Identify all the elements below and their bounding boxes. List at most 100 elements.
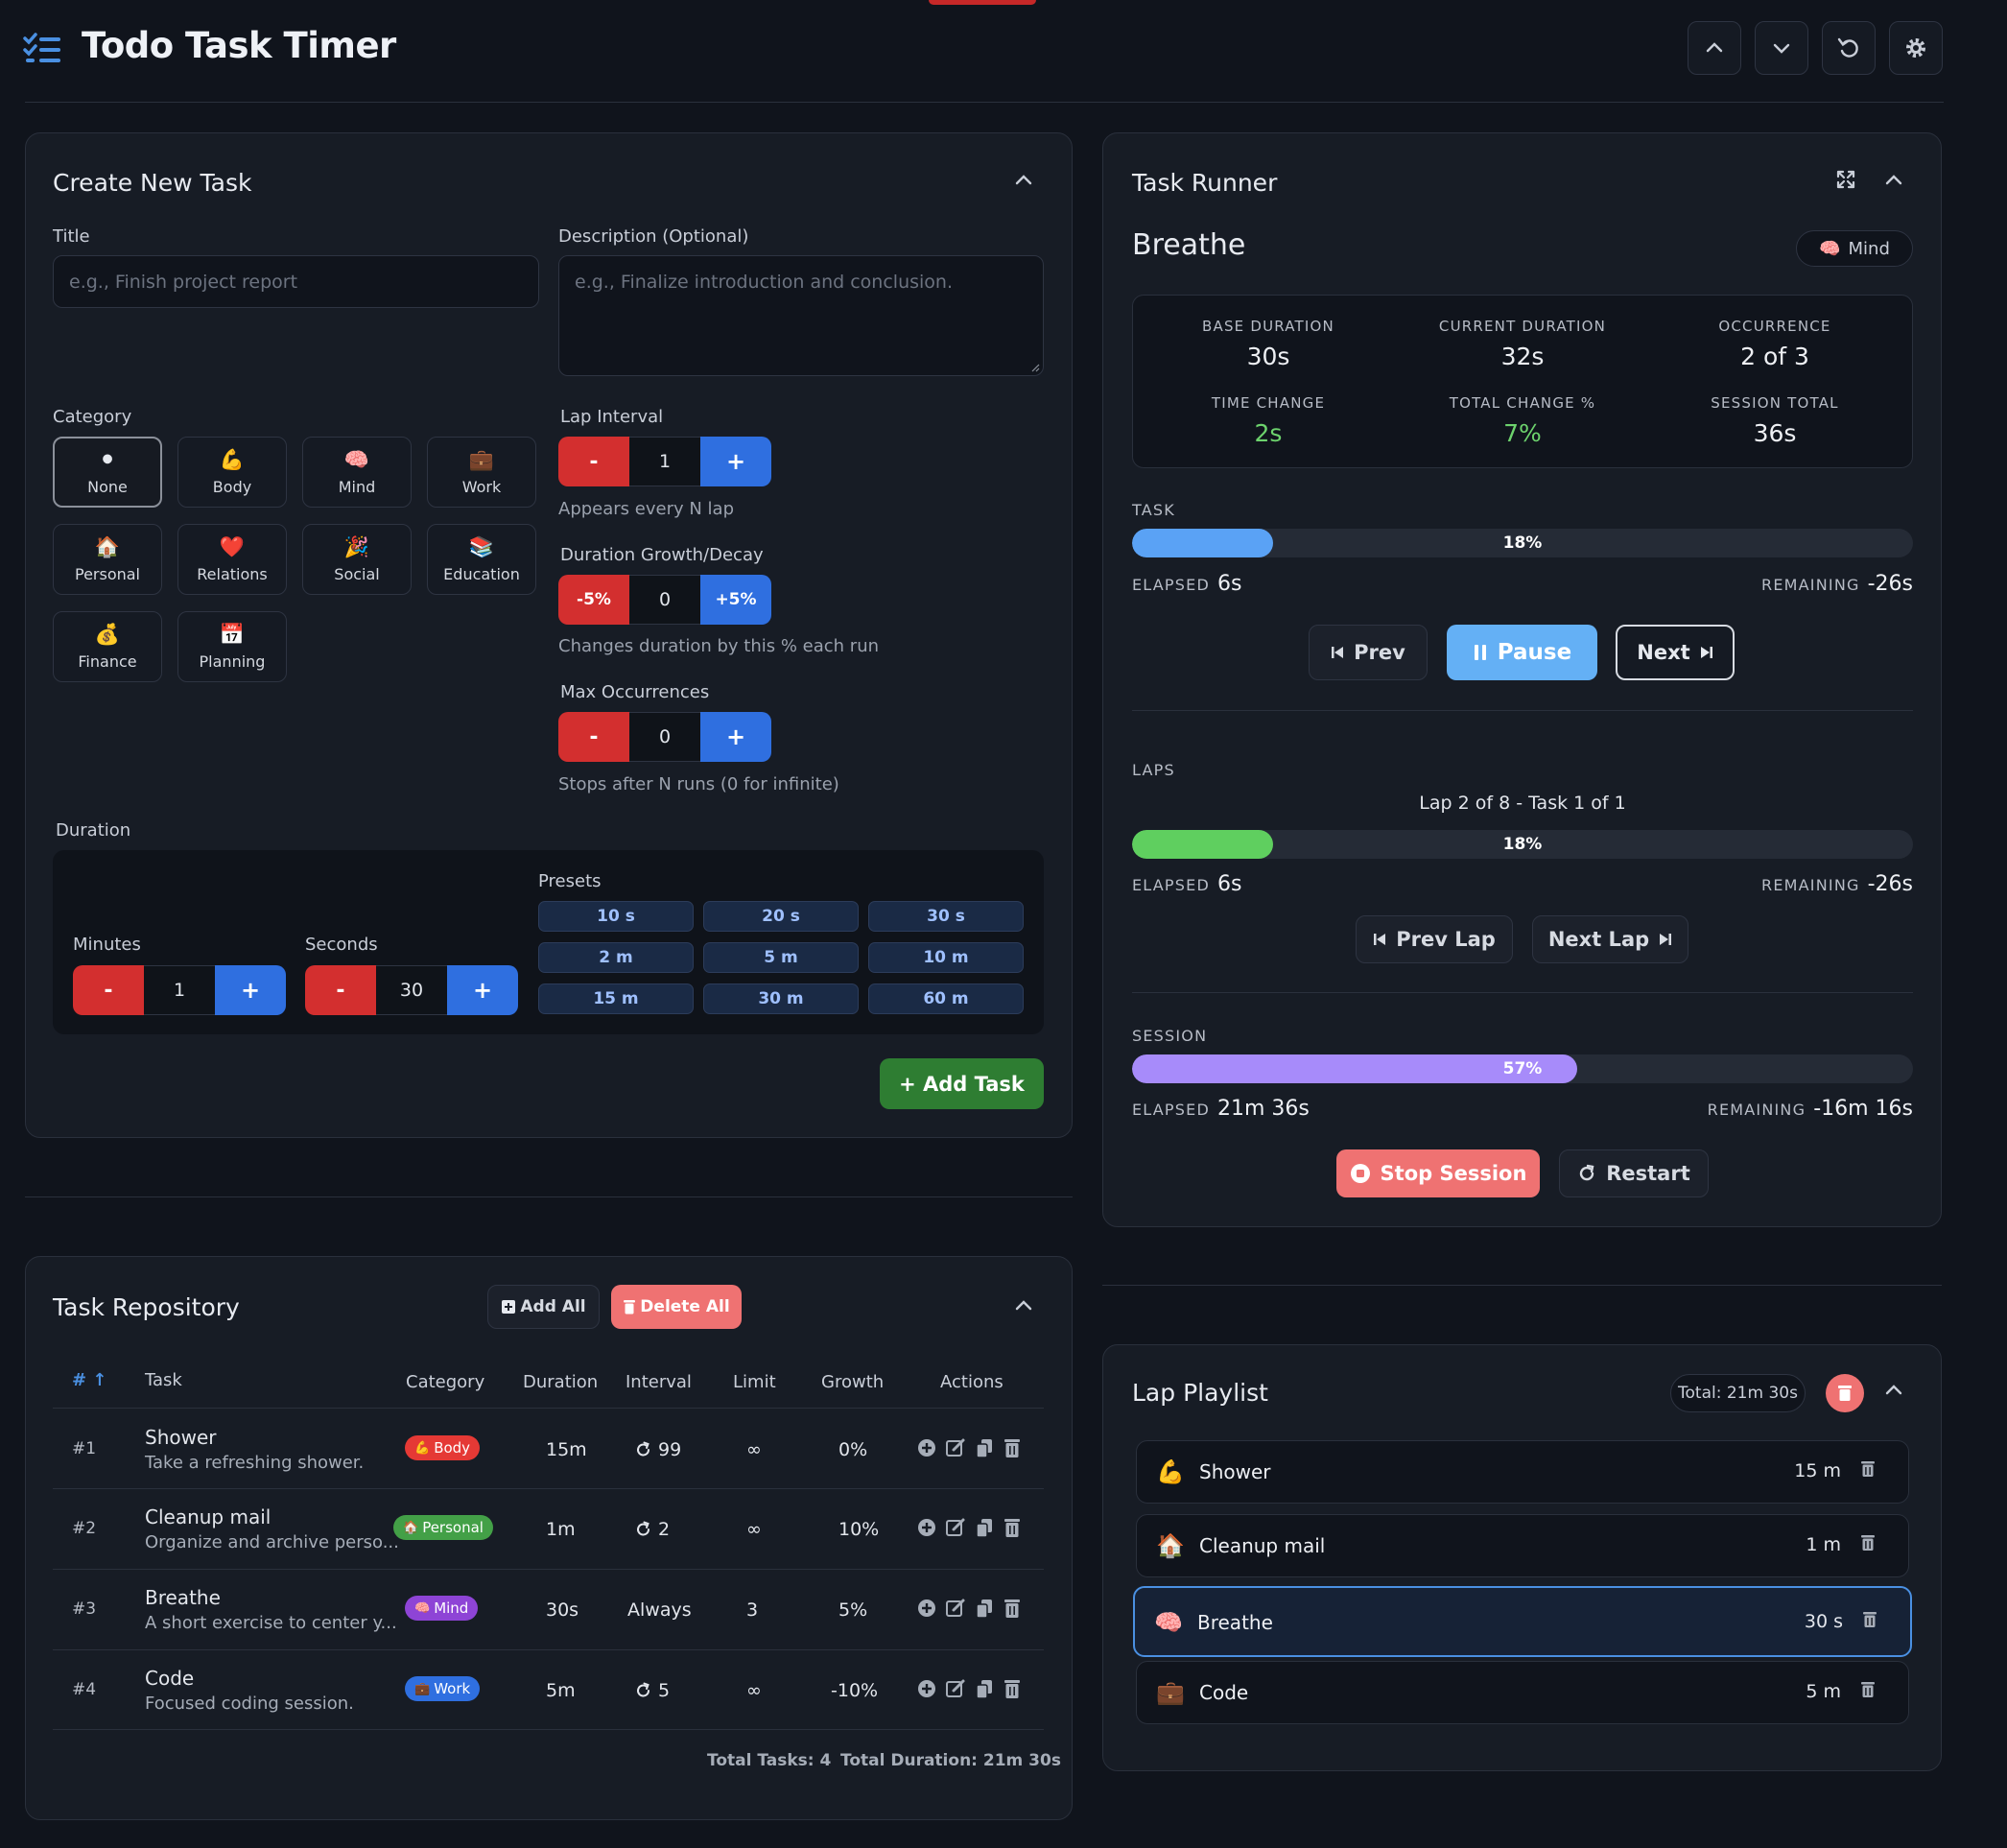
playlist-item[interactable]: 🏠 Cleanup mail 1 m: [1136, 1514, 1909, 1577]
session-remaining-value: -16m 16s: [1813, 1097, 1913, 1121]
collapse-playlist-chevron-up-icon[interactable]: [1882, 1379, 1905, 1402]
fullscreen-icon[interactable]: [1835, 169, 1856, 190]
edit-icon[interactable]: [945, 1437, 966, 1458]
preset-button-30-s[interactable]: 30 s: [868, 901, 1024, 932]
trash-icon[interactable]: [1003, 1598, 1022, 1619]
category-option-body[interactable]: 💪 Body: [177, 437, 287, 508]
add-to-playlist-icon[interactable]: [916, 1598, 937, 1619]
growth-label: Duration Growth/Decay: [560, 545, 764, 565]
category-option-personal[interactable]: 🏠 Personal: [53, 524, 162, 595]
copy-icon[interactable]: [974, 1517, 995, 1538]
minutes-plus-button[interactable]: +: [215, 965, 286, 1015]
category-option-finance[interactable]: 💰 Finance: [53, 611, 162, 682]
category-option-relations[interactable]: ❤️ Relations: [177, 524, 287, 595]
lap-interval-value[interactable]: 1: [629, 437, 700, 486]
total-tasks: Total Tasks: 4: [707, 1751, 832, 1770]
right-section-divider: [1102, 1285, 1942, 1286]
plus-square-icon: [502, 1300, 516, 1314]
growth-value[interactable]: 0: [629, 575, 700, 625]
collapse-all-button[interactable]: [1688, 21, 1741, 75]
settings-button[interactable]: [1889, 21, 1943, 75]
add-all-button[interactable]: Add All: [487, 1285, 600, 1329]
prev-task-button[interactable]: Prev: [1309, 625, 1428, 680]
max-occurrences-plus-button[interactable]: +: [700, 712, 771, 762]
playlist-item[interactable]: 🧠 Breathe 30 s: [1133, 1586, 1912, 1657]
remove-from-playlist-trash-icon[interactable]: [1860, 1534, 1876, 1555]
row-interval: 99: [635, 1439, 681, 1460]
preset-button-2-m[interactable]: 2 m: [538, 942, 694, 973]
remove-from-playlist-trash-icon[interactable]: [1862, 1611, 1877, 1632]
seconds-value[interactable]: 30: [376, 965, 447, 1015]
preset-button-30-m[interactable]: 30 m: [703, 983, 859, 1014]
category-option-none[interactable]: ⚫ None: [53, 437, 162, 508]
edit-icon[interactable]: [945, 1678, 966, 1699]
playlist-item-category-icon: 💼: [1156, 1679, 1185, 1706]
minutes-value[interactable]: 1: [144, 965, 215, 1015]
max-occurrences-value[interactable]: 0: [629, 712, 700, 762]
category-option-social[interactable]: 🎉 Social: [302, 524, 412, 595]
max-occurrences-minus-button[interactable]: -: [558, 712, 629, 762]
remove-from-playlist-trash-icon[interactable]: [1860, 1681, 1876, 1702]
playlist-item-category-icon: 🏠: [1156, 1532, 1185, 1559]
lap-interval-plus-button[interactable]: +: [700, 437, 771, 486]
next-task-button[interactable]: Next: [1616, 625, 1735, 680]
growth-plus-button[interactable]: +5%: [700, 575, 771, 625]
category-option-education[interactable]: 📚 Education: [427, 524, 536, 595]
trash-icon[interactable]: [1003, 1678, 1022, 1699]
trash-icon[interactable]: [1003, 1517, 1022, 1538]
edit-icon[interactable]: [945, 1517, 966, 1538]
lap-interval-minus-button[interactable]: -: [558, 437, 629, 486]
delete-all-button[interactable]: Delete All: [611, 1285, 742, 1329]
stop-session-button[interactable]: Stop Session: [1336, 1149, 1540, 1197]
row-category-label: Body: [434, 1439, 471, 1457]
category-option-mind[interactable]: 🧠 Mind: [302, 437, 412, 508]
playlist-item[interactable]: 💼 Code 5 m: [1136, 1661, 1909, 1724]
collapse-runner-chevron-up-icon[interactable]: [1882, 169, 1905, 192]
edit-icon[interactable]: [945, 1598, 966, 1619]
copy-icon[interactable]: [974, 1598, 995, 1619]
copy-icon[interactable]: [974, 1437, 995, 1458]
remove-from-playlist-trash-icon[interactable]: [1860, 1460, 1876, 1481]
collapse-repo-chevron-up-icon[interactable]: [1012, 1294, 1035, 1317]
row-task-name: Code: [145, 1667, 195, 1690]
expand-all-button[interactable]: [1755, 21, 1808, 75]
presets-label: Presets: [538, 871, 602, 891]
sort-by-number-header[interactable]: # ↑: [72, 1370, 106, 1390]
add-to-playlist-icon[interactable]: [916, 1678, 937, 1699]
preset-button-20-s[interactable]: 20 s: [703, 901, 859, 932]
trash-icon: [1838, 1386, 1852, 1401]
title-input[interactable]: e.g., Finish project report: [53, 255, 539, 308]
preset-button-5-m[interactable]: 5 m: [703, 942, 859, 973]
preset-button-15-m[interactable]: 15 m: [538, 983, 694, 1014]
category-option-work[interactable]: 💼 Work: [427, 437, 536, 508]
stat-occurrence-value: 2 of 3: [1740, 343, 1809, 370]
copy-icon[interactable]: [974, 1678, 995, 1699]
create-task-title: Create New Task: [53, 169, 252, 197]
preset-button-10-s[interactable]: 10 s: [538, 901, 694, 932]
clear-playlist-button[interactable]: [1826, 1374, 1864, 1412]
seconds-minus-button[interactable]: -: [305, 965, 376, 1015]
collapse-create-chevron-up-icon[interactable]: [1012, 169, 1035, 192]
category-option-planning[interactable]: 📅 Planning: [177, 611, 287, 682]
row-category-badge: 💪 Body: [405, 1435, 481, 1460]
add-to-playlist-icon[interactable]: [916, 1517, 937, 1538]
description-textarea[interactable]: e.g., Finalize introduction and conclusi…: [558, 255, 1044, 376]
seconds-plus-button[interactable]: +: [447, 965, 518, 1015]
next-lap-button[interactable]: Next Lap: [1532, 915, 1688, 963]
trash-icon[interactable]: [1003, 1437, 1022, 1458]
playlist-item[interactable]: 💪 Shower 15 m: [1136, 1440, 1909, 1504]
resize-handle-icon[interactable]: [1030, 363, 1040, 372]
restart-button[interactable]: Restart: [1559, 1149, 1709, 1197]
runner-divider-1: [1132, 710, 1913, 711]
reset-button[interactable]: [1822, 21, 1876, 75]
pause-button[interactable]: Pause: [1447, 625, 1597, 680]
add-to-playlist-icon[interactable]: [916, 1437, 937, 1458]
preset-button-10-m[interactable]: 10 m: [868, 942, 1024, 973]
task-progress-percent: 18%: [1502, 533, 1543, 553]
add-task-button[interactable]: + Add Task: [880, 1058, 1044, 1109]
growth-minus-button[interactable]: -5%: [558, 575, 629, 625]
prev-lap-button[interactable]: Prev Lap: [1356, 915, 1513, 963]
minutes-minus-button[interactable]: -: [73, 965, 144, 1015]
table-header-divider: [53, 1408, 1044, 1409]
preset-button-60-m[interactable]: 60 m: [868, 983, 1024, 1014]
